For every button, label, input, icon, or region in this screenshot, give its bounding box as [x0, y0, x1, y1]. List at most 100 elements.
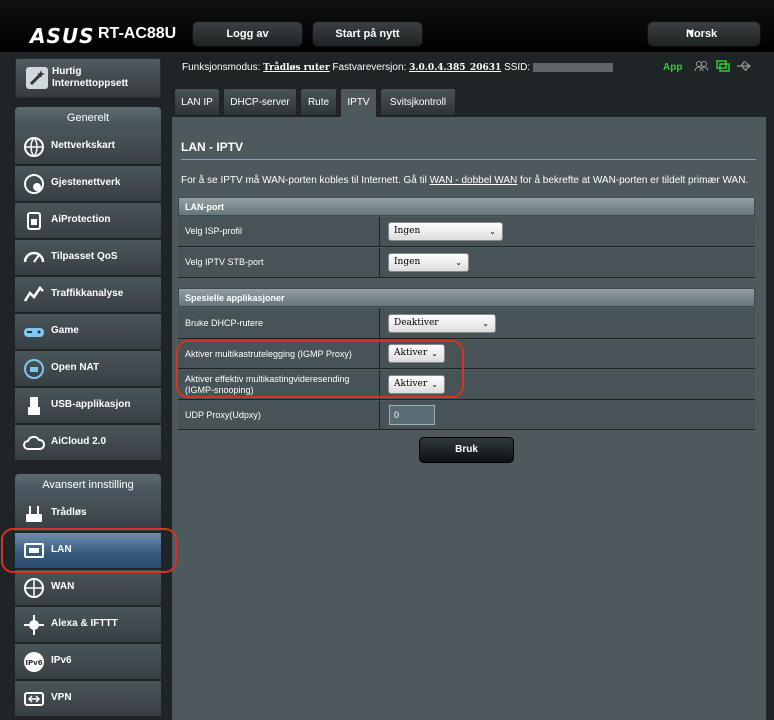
router-model: RT-AC88U — [98, 25, 177, 42]
igmp-proxy-row: Aktiver multikastrutelegging (IGMP Proxy… — [178, 340, 755, 369]
sidebar-item-label: Traffikkanalyse — [51, 288, 124, 299]
qos-icon — [23, 251, 45, 263]
top-bar: ASUS RT-AC88U Logg av Start på nytt Nors… — [0, 0, 774, 52]
sidebar-item-alexa-ifttt[interactable]: Alexa & IFTTT — [15, 607, 161, 643]
sidebar-item-game[interactable]: Game — [15, 314, 161, 350]
usb-status-icon[interactable] — [736, 60, 752, 72]
igmp-snooping-value: Aktiver — [394, 379, 428, 389]
reboot-button[interactable]: Start på nytt — [312, 21, 423, 47]
guest-network-icon — [24, 174, 44, 194]
dhcp-routes-row: Bruke DHCP-rutere Deaktiver ⌄ — [178, 308, 755, 339]
igmp-snooping-label: Aktiver effektiv multikastingvideresendi… — [178, 370, 380, 399]
sidebar-item-label: IPv6 — [51, 655, 72, 666]
igmp-proxy-select[interactable]: Aktiver ⌄ — [388, 344, 445, 363]
mode-label: Funksjonsmodus: — [182, 62, 261, 73]
sidebar-item-guest-network[interactable]: Gjestenettverk — [15, 166, 161, 202]
stb-port-select[interactable]: Ingen ⌄ — [388, 253, 469, 272]
traffic-analyzer-icon — [23, 286, 44, 302]
lan-icon — [24, 543, 44, 558]
tab-route[interactable]: Rute — [300, 88, 337, 116]
firmware-version-link[interactable]: 3.0.0.4.385_20631 — [409, 63, 501, 73]
udpxy-port-input[interactable]: 0 — [389, 405, 435, 425]
lan-port-section-title: LAN-port — [178, 197, 755, 216]
sidebar-item-label: Trådløs — [51, 507, 87, 518]
tab-iptv[interactable]: IPTV — [340, 88, 377, 118]
stb-port-value: Ingen — [394, 257, 421, 267]
isp-profile-row: Velg ISP-profil Ingen ⌄ — [178, 217, 755, 247]
app-status-link[interactable]: App — [663, 62, 682, 73]
internet-status-icon[interactable] — [716, 60, 730, 72]
sidebar-item-label: VPN — [51, 692, 72, 703]
clients-icon[interactable] — [694, 60, 708, 72]
udpxy-row: UDP Proxy(Udpxy) 0 — [178, 401, 755, 430]
sidebar-item-label: LAN — [51, 544, 72, 555]
sidebar-item-label: Open NAT — [51, 362, 100, 373]
udpxy-label: UDP Proxy(Udpxy) — [178, 401, 380, 429]
logout-button[interactable]: Logg av — [192, 21, 303, 47]
sidebar-item-aiprotection[interactable]: AiProtection — [15, 203, 161, 239]
sidebar-item-network-map[interactable]: Nettverkskart — [15, 129, 161, 165]
gamepad-icon — [24, 328, 44, 337]
open-nat-icon — [24, 359, 44, 379]
status-line: Funksjonsmodus: Trådløs ruter Fastvareve… — [182, 62, 613, 73]
sidebar-item-wireless[interactable]: Trådløs — [15, 496, 161, 532]
network-map-icon — [24, 137, 44, 157]
igmp-snooping-select[interactable]: Aktiver ⌄ — [388, 375, 445, 394]
dhcp-routes-value: Deaktiver — [394, 318, 439, 328]
sidebar-item-ipv6[interactable]: IPv6 IPv6 — [15, 644, 161, 680]
tab-switch-control[interactable]: Svitsjkontroll — [380, 88, 456, 116]
sidebar-item-label: WAN — [51, 581, 75, 592]
desc-text-before: For å se IPTV må WAN-porten kobles til I… — [181, 175, 430, 186]
cloud-icon — [23, 435, 46, 450]
special-apps-section-title: Spesielle applikasjoner — [178, 288, 755, 307]
stb-port-label: Velg IPTV STB-port — [178, 248, 380, 277]
sidebar-item-vpn[interactable]: VPN — [15, 681, 161, 717]
sidebar-item-label: Game — [51, 325, 79, 336]
chevron-down-icon: ⌄ — [455, 258, 462, 267]
quick-internet-setup-button[interactable]: Hurtig Internettoppsett — [15, 58, 161, 98]
chevron-down-icon: ▼ — [686, 28, 696, 39]
sidebar-item-aicloud[interactable]: AiCloud 2.0 — [15, 425, 161, 461]
sidebar-item-label: Gjestenettverk — [51, 177, 121, 188]
ssid-label: SSID: — [504, 62, 531, 73]
sidebar-item-label: AiProtection — [51, 214, 111, 225]
general-section-title: Generelt — [15, 107, 161, 129]
isp-profile-select[interactable]: Ingen ⌄ — [388, 222, 503, 241]
sidebar-item-qos[interactable]: Tilpasset QoS — [15, 240, 161, 276]
chevron-down-icon: ⌄ — [482, 319, 489, 328]
sidebar-item-label: Alexa & IFTTT — [51, 618, 118, 629]
dual-wan-link[interactable]: WAN - dobbel WAN — [430, 175, 518, 186]
isp-profile-label: Velg ISP-profil — [178, 217, 380, 246]
stb-port-row: Velg IPTV STB-port Ingen ⌄ — [178, 248, 755, 278]
ipv6-icon: IPv6 — [24, 652, 44, 672]
tab-lan-ip[interactable]: LAN IP — [174, 88, 220, 116]
isp-profile-value: Ingen — [394, 226, 421, 236]
sidebar-item-open-nat[interactable]: Open NAT — [15, 351, 161, 387]
title-divider — [181, 159, 756, 160]
page-title: LAN - IPTV — [181, 140, 243, 154]
quick-setup-label: Hurtig Internettoppsett — [52, 66, 129, 89]
tab-dhcp-server[interactable]: DHCP-server — [223, 88, 297, 116]
igmp-proxy-label: Aktiver multikastrutelegging (IGMP Proxy… — [178, 340, 380, 368]
sidebar-item-usb-application[interactable]: USB-applikasjon — [15, 388, 161, 424]
chevron-down-icon: ⌄ — [431, 380, 438, 389]
sidebar-item-lan[interactable]: LAN — [15, 533, 161, 569]
advanced-section-title: Avansert innstilling — [15, 474, 161, 496]
page-description: For å se IPTV må WAN-porten kobles til I… — [181, 175, 748, 186]
sidebar-item-wan[interactable]: WAN — [15, 570, 161, 606]
dhcp-routes-select[interactable]: Deaktiver ⌄ — [388, 314, 496, 333]
apply-button[interactable]: Bruk — [419, 437, 514, 463]
wan-icon — [24, 578, 44, 598]
desc-text-after: for å bekrefte at WAN-porten er tildelt … — [517, 175, 749, 186]
igmp-snooping-row: Aktiver effektiv multikastingvideresendi… — [178, 370, 755, 400]
wireless-icon — [26, 506, 42, 522]
operation-mode-link[interactable]: Trådløs ruter — [263, 63, 329, 73]
vpn-icon — [24, 692, 44, 706]
aiprotection-icon — [27, 212, 41, 230]
firmware-label: Fastvareversjon: — [332, 62, 407, 73]
usb-icon — [28, 397, 40, 415]
sidebar-item-traffic-analyzer[interactable]: Traffikkanalyse — [15, 277, 161, 313]
dhcp-routes-label: Bruke DHCP-rutere — [178, 308, 380, 338]
language-select[interactable]: Norsk ▼ — [647, 21, 761, 47]
igmp-proxy-value: Aktiver — [394, 348, 428, 358]
